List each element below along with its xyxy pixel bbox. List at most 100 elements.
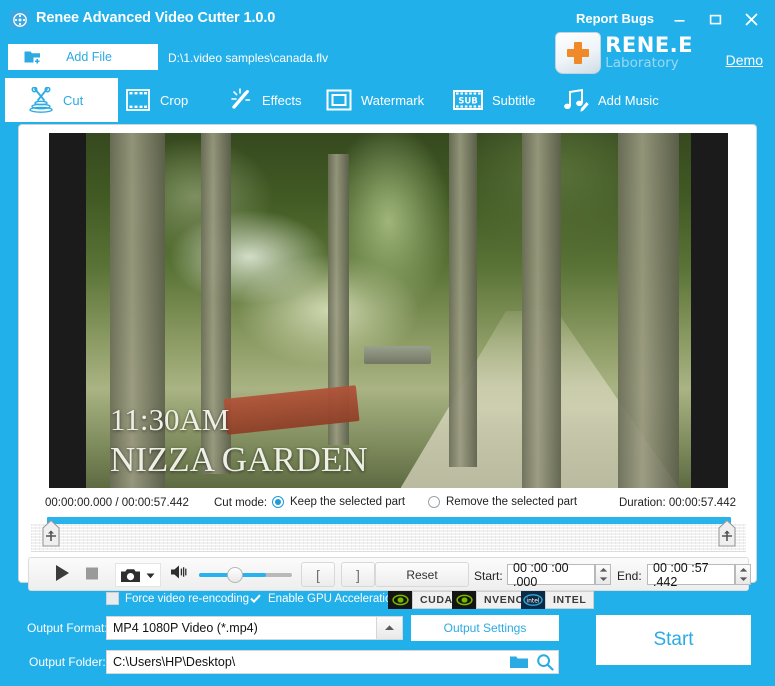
- volume-icon[interactable]: [169, 563, 189, 581]
- output-format-label: Output Format:: [27, 621, 108, 635]
- caret-down-icon[interactable]: [596, 575, 610, 585]
- tab-watermark-label: Watermark: [361, 93, 424, 108]
- keycap-icon: [555, 32, 601, 74]
- magnifier-icon[interactable]: [532, 653, 558, 671]
- demo-link[interactable]: Demo: [726, 52, 763, 68]
- output-format-select[interactable]: MP4 1080P Video (*.mp4): [106, 616, 403, 640]
- video-frame: 11:30AM NIZZA GARDEN: [86, 133, 691, 488]
- volume-slider[interactable]: [199, 573, 292, 577]
- mark-out-button[interactable]: ]: [341, 562, 375, 587]
- force-reencode-label: Force video re-encoding: [125, 593, 249, 605]
- force-reencode-checkbox[interactable]: Force video re-encoding: [106, 592, 249, 605]
- tab-effects[interactable]: Effects: [226, 78, 302, 122]
- maximize-icon[interactable]: [703, 8, 727, 30]
- output-format-value: MP4 1080P Video (*.mp4): [107, 621, 376, 635]
- gpu-accel-label: Enable GPU Acceleration: [268, 593, 398, 605]
- video-bench-far: [364, 346, 431, 364]
- tab-bar: Cut Crop: [0, 78, 775, 122]
- folder-icon[interactable]: [506, 654, 532, 670]
- film-reel-icon: [10, 10, 29, 29]
- main-panel: 11:30AM NIZZA GARDEN 00:00:00.000 / 00:0…: [18, 124, 757, 583]
- tab-addmusic-label: Add Music: [598, 93, 659, 108]
- overlay-time: 11:30AM: [110, 402, 368, 439]
- snapshot-button[interactable]: [115, 563, 161, 587]
- radio-keep-selected[interactable]: Keep the selected part: [272, 496, 405, 508]
- volume-knob[interactable]: [227, 567, 243, 583]
- start-time-input[interactable]: 00 :00 :00 .000: [507, 564, 595, 585]
- caret-up-icon[interactable]: [376, 617, 402, 639]
- nvidia-logo-icon: [388, 591, 412, 609]
- caret-down-icon[interactable]: [736, 575, 750, 585]
- tab-effects-label: Effects: [262, 93, 302, 108]
- play-icon[interactable]: [53, 563, 72, 583]
- mark-in-button[interactable]: [: [301, 562, 335, 587]
- intel-logo-icon: intel: [521, 591, 545, 609]
- caret-up-icon[interactable]: [736, 565, 750, 575]
- music-note-icon: [560, 87, 590, 113]
- end-time-spinner[interactable]: [735, 564, 751, 585]
- tab-addmusic[interactable]: Add Music: [560, 78, 659, 122]
- start-time-label: Start:: [474, 569, 503, 583]
- video-sky: [171, 211, 328, 303]
- svg-text:SUB: SUB: [458, 96, 478, 106]
- gpu-accel-box: [249, 592, 262, 605]
- add-file-button[interactable]: Add File: [8, 44, 158, 70]
- end-time-input[interactable]: 00 :00 :57 .442: [647, 564, 735, 585]
- current-file-path: D:\1.video samples\canada.flv: [168, 51, 328, 65]
- svg-text:intel: intel: [526, 597, 540, 604]
- start-button[interactable]: Start: [596, 615, 751, 665]
- camera-icon: [120, 567, 142, 584]
- radio-keep-label: Keep the selected part: [290, 496, 405, 508]
- caret-up-icon[interactable]: [596, 565, 610, 575]
- check-icon: [250, 594, 261, 603]
- nvidia-logo-icon: [452, 591, 476, 609]
- add-file-label: Add File: [42, 50, 158, 64]
- cut-mode-label: Cut mode:: [214, 497, 267, 509]
- video-overlay-text: 11:30AM NIZZA GARDEN: [110, 402, 368, 480]
- tab-subtitle-label: Subtitle: [492, 93, 535, 108]
- frame-icon: [325, 87, 353, 113]
- gpu-chip-intel: intel INTEL: [521, 591, 594, 609]
- tab-cut[interactable]: Cut: [5, 78, 118, 122]
- cross-icon: [567, 42, 589, 64]
- track-background[interactable]: [31, 524, 746, 552]
- output-folder-value: C:\Users\HP\Desktop\: [107, 655, 506, 669]
- selected-range-bar[interactable]: [47, 517, 731, 524]
- radio-remove-indicator: [428, 496, 440, 508]
- gpu-accel-checkbox[interactable]: Enable GPU Acceleration: [249, 592, 398, 605]
- start-time-spinner[interactable]: [595, 564, 611, 585]
- trim-track[interactable]: [31, 517, 746, 555]
- video-preview[interactable]: 11:30AM NIZZA GARDEN: [49, 133, 728, 488]
- gpu-chip-nvenc: NVENC: [452, 591, 532, 609]
- output-folder-label: Output Folder:: [29, 655, 106, 669]
- scissors-icon: [27, 87, 55, 113]
- stop-icon[interactable]: [83, 563, 101, 583]
- overlay-place: NIZZA GARDEN: [110, 439, 368, 480]
- output-folder-input[interactable]: C:\Users\HP\Desktop\: [106, 650, 559, 674]
- tab-subtitle[interactable]: SUB Subtitle: [452, 78, 535, 122]
- radio-remove-selected[interactable]: Remove the selected part: [428, 496, 577, 508]
- minimize-icon[interactable]: [667, 8, 691, 30]
- report-bugs-link[interactable]: Report Bugs: [576, 11, 654, 26]
- sub-icon: SUB: [452, 87, 484, 113]
- reset-button[interactable]: Reset: [375, 562, 469, 587]
- encoding-options-row: Force video re-encoding Enable GPU Accel…: [0, 592, 775, 614]
- brand-subtitle: Laboratory: [605, 57, 693, 71]
- duration-label: Duration: 00:00:57.442: [619, 497, 736, 509]
- app-window: Renee Advanced Video Cutter 1.0.0 Report…: [0, 0, 775, 686]
- trim-handle-right[interactable]: [715, 519, 739, 549]
- close-icon[interactable]: [739, 8, 763, 30]
- video-tree: [522, 133, 561, 488]
- tab-watermark[interactable]: Watermark: [325, 78, 424, 122]
- filmstrip-icon: [124, 87, 152, 113]
- end-time-label: End:: [617, 569, 642, 583]
- window-title: Renee Advanced Video Cutter 1.0.0: [36, 10, 275, 26]
- current-time-label: 00:00:00.000 / 00:00:57.442: [45, 497, 189, 509]
- brand-name: RENE.E: [605, 35, 693, 56]
- magic-wand-icon: [226, 87, 254, 113]
- tab-crop[interactable]: Crop: [124, 78, 188, 122]
- video-tree: [618, 133, 679, 488]
- radio-keep-indicator: [272, 496, 284, 508]
- output-settings-button[interactable]: Output Settings: [411, 615, 559, 641]
- trim-handle-left[interactable]: [39, 519, 63, 549]
